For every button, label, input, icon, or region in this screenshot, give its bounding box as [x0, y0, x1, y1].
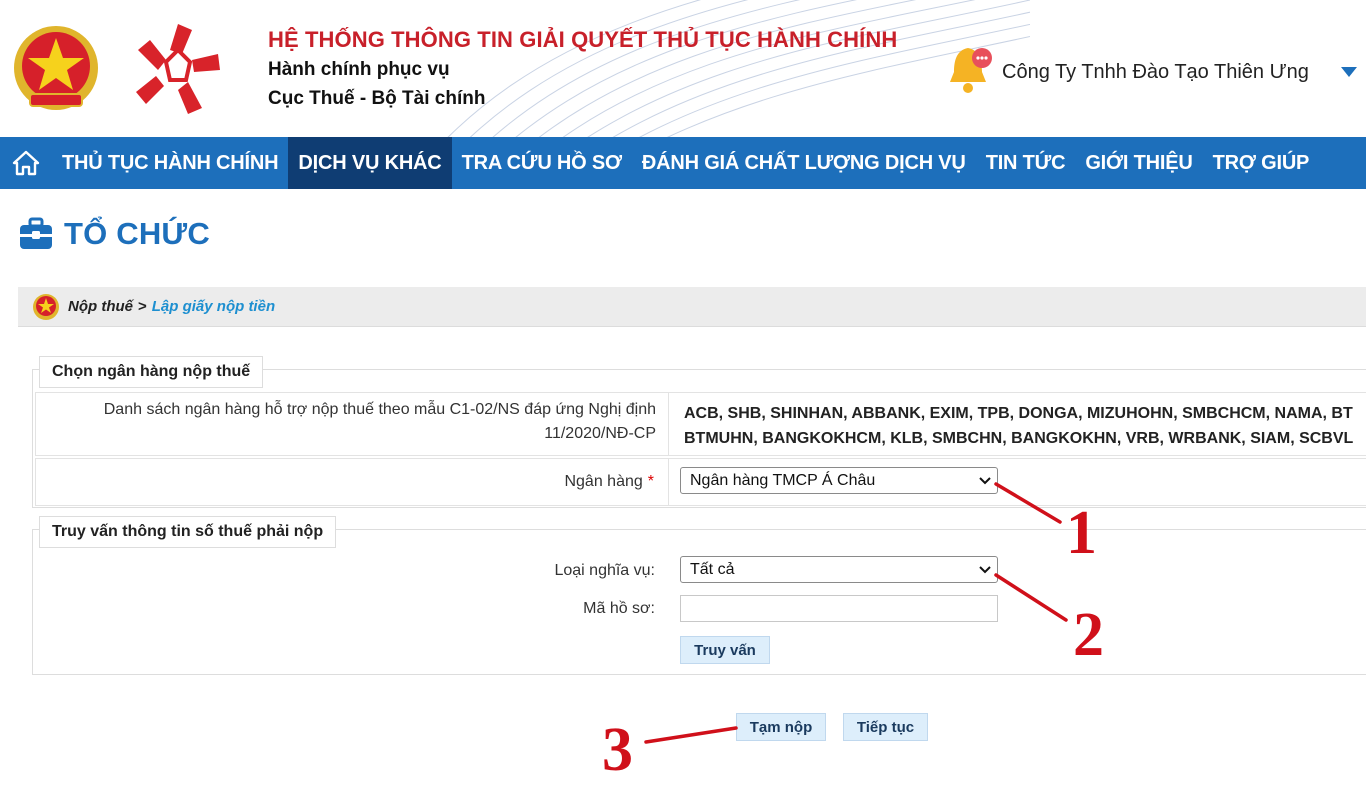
bank-section-legend: Chọn ngân hàng nộp thuế — [39, 356, 264, 388]
query-section-legend: Truy vấn thông tin số thuế phải nộp — [39, 516, 337, 548]
nav-lookup-files[interactable]: TRA CỨU HỒ SƠ — [452, 137, 632, 189]
bank-list-row: Danh sách ngân hàng hỗ trợ nộp thuế theo… — [35, 392, 1366, 456]
page-heading: TỔ CHỨC — [18, 216, 210, 252]
user-menu-name[interactable]: Công Ty Tnhh Đào Tạo Thiên Ưng — [1002, 61, 1309, 84]
chevron-down-icon — [979, 566, 991, 574]
file-code-label: Mã hồ sơ: — [583, 600, 655, 617]
notification-bell-icon[interactable] — [946, 42, 996, 96]
national-emblem-icon — [14, 26, 98, 110]
continue-button[interactable]: Tiếp tục — [843, 713, 928, 741]
breadcrumb-current[interactable]: Lập giấy nộp tiền — [152, 298, 275, 315]
breadcrumb-separator: > — [138, 298, 147, 315]
site-header: HỆ THỐNG THÔNG TIN GIẢI QUYẾT THỦ TỤC HÀ… — [0, 0, 1366, 137]
main-navbar: THỦ TỤC HÀNH CHÍNH DỊCH VỤ KHÁC TRA CỨU … — [0, 137, 1366, 189]
bank-select[interactable]: Ngân hàng TMCP Á Châu — [680, 467, 998, 494]
annotation-number-3: 3 — [602, 716, 633, 784]
breadcrumb-root[interactable]: Nộp thuế — [68, 298, 133, 315]
page-title: TỔ CHỨC — [64, 216, 210, 251]
bank-list-label: Danh sách ngân hàng hỗ trợ nộp thuế theo… — [103, 401, 656, 442]
nav-help[interactable]: TRỢ GIÚP — [1203, 137, 1320, 189]
annotation-arrow-3 — [644, 726, 738, 744]
nav-service-quality-rating[interactable]: ĐÁNH GIÁ CHẤT LƯỢNG DỊCH VỤ — [632, 137, 976, 189]
service-logo-icon — [136, 24, 220, 114]
obligation-type-select[interactable]: Tất cả — [680, 556, 998, 583]
system-subtitle: Hành chính phục vụ — [268, 59, 450, 80]
breadcrumb: Nộp thuế > Lập giấy nộp tiền — [18, 287, 1366, 327]
home-icon — [12, 150, 40, 176]
supported-bank-list: ACB, SHB, SHINHAN, ABBANK, EXIM, TPB, DO… — [684, 405, 1354, 447]
query-button[interactable]: Truy vấn — [680, 636, 770, 664]
nav-about[interactable]: GIỚI THIỆU — [1075, 137, 1202, 189]
nav-home[interactable] — [0, 137, 52, 189]
agency-name: Cục Thuế - Bộ Tài chính — [268, 88, 486, 109]
required-mark: * — [647, 473, 654, 490]
nav-other-services[interactable]: DỊCH VỤ KHÁC — [288, 137, 452, 189]
nav-administrative-procedures[interactable]: THỦ TỤC HÀNH CHÍNH — [52, 137, 288, 189]
obligation-type-label: Loại nghĩa vụ: — [554, 562, 655, 579]
bank-select-label: Ngân hàng * — [564, 473, 654, 490]
breadcrumb-emblem-icon — [33, 293, 59, 320]
briefcase-icon — [20, 217, 52, 249]
user-menu-caret-icon[interactable] — [1340, 66, 1358, 78]
chevron-down-icon — [979, 477, 991, 485]
nav-news[interactable]: TIN TỨC — [976, 137, 1076, 189]
temp-pay-button[interactable]: Tạm nộp — [736, 713, 826, 741]
system-title: HỆ THỐNG THÔNG TIN GIẢI QUYẾT THỦ TỤC HÀ… — [268, 27, 898, 52]
file-code-input[interactable] — [680, 595, 998, 622]
